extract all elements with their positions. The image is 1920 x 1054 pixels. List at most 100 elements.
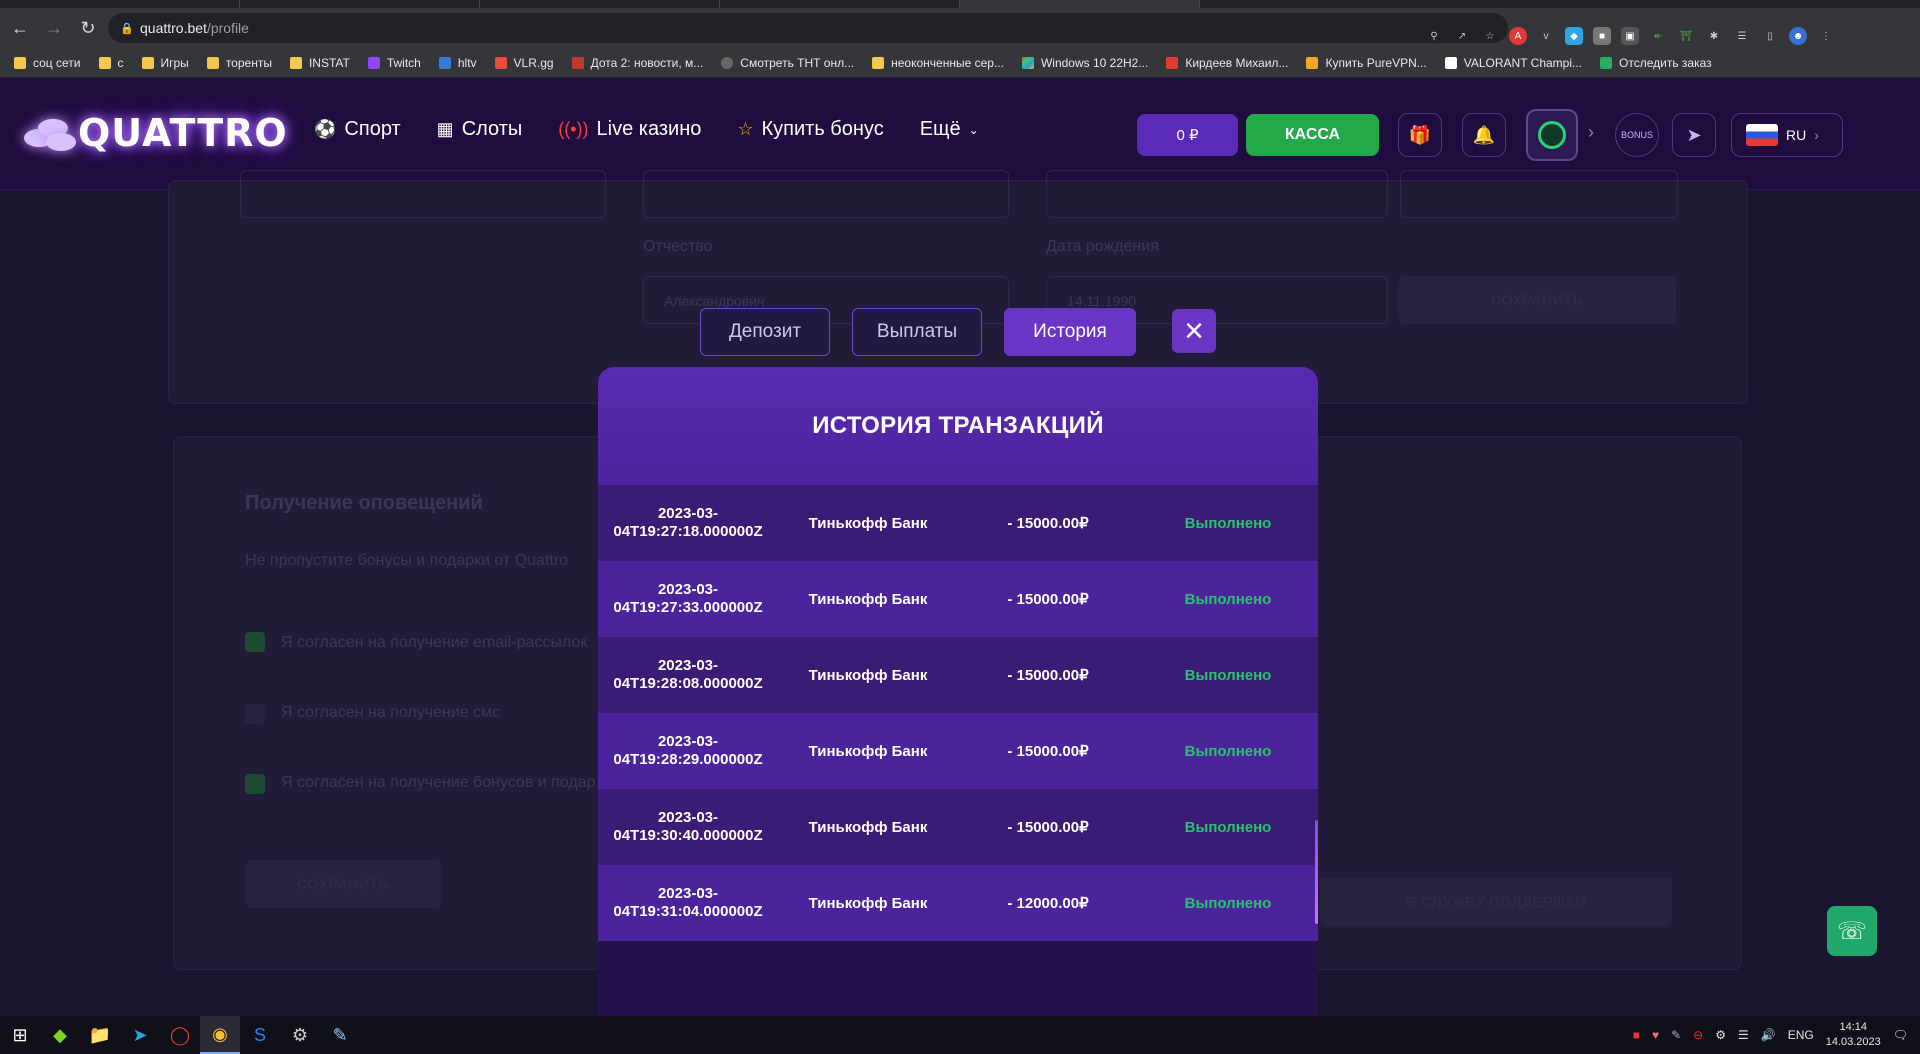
transaction-amount: - 15000.00₽ <box>1007 515 1089 532</box>
checkbox-email-label: Я согласен на получение email-рассылок <box>281 634 588 651</box>
transaction-row: 2023-03- 04T19:27:33.000000Z Тинькофф Бан… <box>598 561 1318 637</box>
browser-tab[interactable] <box>0 0 240 8</box>
browser-tab[interactable] <box>240 0 480 8</box>
forward-icon[interactable]: → <box>40 14 68 42</box>
telegram-icon[interactable]: ➤ <box>120 1016 160 1054</box>
menu-dots-icon[interactable]: ⋮ <box>1817 27 1835 45</box>
bookmark-item[interactable]: торенты <box>206 56 272 70</box>
tray-app-icon[interactable]: ■ <box>1633 1028 1640 1042</box>
bookmark-item[interactable]: Отследить заказ <box>1600 56 1712 70</box>
checkbox-sms <box>245 704 265 724</box>
windows-start-icon[interactable]: ⊞ <box>0 1016 40 1054</box>
steam-icon[interactable]: ⚙ <box>280 1016 320 1054</box>
transaction-date: 2023-03- 04T19:28:29.000000Z <box>613 733 763 768</box>
browser-tab[interactable] <box>480 0 720 8</box>
steam-tray-icon[interactable]: ⚙ <box>1715 1028 1726 1042</box>
bookmark-item[interactable]: Windows 10 22H2... <box>1021 56 1148 70</box>
bell-icon[interactable]: 🔔 <box>1462 113 1506 157</box>
nav-sport[interactable]: ⚽ Спорт <box>314 118 401 141</box>
live-broadcast-icon: ((•)) <box>558 119 589 139</box>
address-bar[interactable]: 🔒 quattro.bet/profile <box>108 13 1508 43</box>
tab-deposit[interactable]: Депозит <box>700 308 830 356</box>
back-icon[interactable]: ← <box>6 14 34 42</box>
sidebar-icon[interactable]: ▯ <box>1761 27 1779 45</box>
notifications-icon[interactable]: 🗨 <box>1893 1028 1908 1042</box>
modal-scrollbar[interactable] <box>1315 820 1318 924</box>
bg-field <box>1046 170 1388 218</box>
kassa-button[interactable]: КАССА <box>1246 114 1379 156</box>
tab-withdrawals[interactable]: Выплаты <box>852 308 982 356</box>
site-icon <box>1166 56 1179 69</box>
telegram-icon[interactable]: ➤ <box>1672 113 1716 157</box>
bookmark-item[interactable]: Кирдеев Михаил... <box>1166 56 1288 70</box>
bookmark-item[interactable]: неоконченные сер... <box>872 56 1004 70</box>
opera-icon[interactable]: ◯ <box>160 1016 200 1054</box>
bookmark-item[interactable]: VLR.gg <box>494 56 554 70</box>
browser-tab[interactable] <box>720 0 960 8</box>
shield-icon[interactable]: ⛩ <box>1677 27 1695 45</box>
browser-toolbar: ← → ↻ 🔒 quattro.bet/profile ⚲ ↗ ☆ A v ◆ … <box>0 8 1920 48</box>
bg-field <box>1400 170 1678 218</box>
bookmark-star-icon[interactable]: ☆ <box>1481 27 1499 45</box>
nav-slots[interactable]: ▦ Слоты <box>437 118 523 141</box>
vk-icon[interactable]: v <box>1537 27 1555 45</box>
bookmark-item[interactable]: Смотреть ТНТ онл... <box>721 56 854 70</box>
site-logo[interactable]: QUATTRO <box>20 98 288 168</box>
tab-history[interactable]: История <box>1004 308 1136 356</box>
close-icon[interactable]: × <box>1172 309 1216 353</box>
support-chat-icon[interactable]: ☏ <box>1827 906 1877 956</box>
language-selector[interactable]: RU › <box>1731 113 1843 157</box>
transaction-status: Выполнено <box>1184 514 1272 532</box>
browser-tab-active[interactable] <box>960 0 1200 8</box>
chevron-right-icon[interactable]: › <box>1588 122 1594 143</box>
skype-icon[interactable]: S <box>240 1016 280 1054</box>
clock[interactable]: 14:14 14.03.2023 <box>1826 1020 1881 1050</box>
extension-icon[interactable]: ■ <box>1593 27 1611 45</box>
extension-icon[interactable]: ◆ <box>1565 27 1583 45</box>
bookmark-item[interactable]: VALORANT Champi... <box>1444 56 1582 70</box>
profile-avatar[interactable] <box>1526 109 1578 161</box>
windows-taskbar: ⊞ ◆ 📁 ➤ ◯ ◉ S ⚙ ✎ ■ ♥ ✎ ⊖ ⚙ ☰ 🔊 ENG 14:1… <box>0 1016 1920 1054</box>
balance-button[interactable]: 0 ₽ <box>1137 114 1238 156</box>
tray-app-icon[interactable]: ⊖ <box>1693 1028 1703 1042</box>
bookmark-item[interactable]: Дота 2: новости, м... <box>571 56 703 70</box>
nav-live-casino[interactable]: ((•)) Live казино <box>558 118 701 141</box>
extension-icon[interactable]: ↞ <box>1649 27 1667 45</box>
bonus-icon[interactable]: BONUS <box>1615 113 1659 157</box>
transaction-bank: Тинькофф Банк <box>808 666 928 684</box>
bookmark-item[interactable]: соц сети <box>14 56 81 70</box>
nav-more[interactable]: Ещё ⌄ <box>920 118 979 141</box>
bookmark-item[interactable]: INSTAT <box>289 56 350 70</box>
reload-icon[interactable]: ↻ <box>74 14 102 42</box>
transactions-list: 2023-03- 04T19:27:18.000000Z Тинькофф Бан… <box>598 485 1318 941</box>
reading-list-icon[interactable]: ☰ <box>1733 27 1751 45</box>
bookmark-item[interactable]: Купить PureVPN... <box>1306 56 1427 70</box>
bookmark-item[interactable]: с <box>98 56 124 70</box>
transaction-bank: Тинькофф Банк <box>808 742 928 760</box>
play-icon <box>721 56 734 69</box>
volume-icon[interactable]: 🔊 <box>1761 1028 1776 1042</box>
tray-app-icon[interactable]: ✎ <box>1671 1028 1681 1042</box>
chrome-icon[interactable]: ◉ <box>200 1016 240 1054</box>
gift-icon[interactable]: 🎁 <box>1398 113 1442 157</box>
input-language[interactable]: ENG <box>1788 1028 1814 1042</box>
chevron-down-icon: ⌄ <box>968 122 979 137</box>
share-icon[interactable]: ↗ <box>1453 27 1471 45</box>
bookmark-item[interactable]: Игры <box>141 56 189 70</box>
nav-buy-bonus[interactable]: ☆ Купить бонус <box>737 118 883 141</box>
bookmark-item[interactable]: Twitch <box>367 56 421 70</box>
bluestacks-icon[interactable]: ◆ <box>40 1016 80 1054</box>
puzzle-icon[interactable]: ✱ <box>1705 27 1723 45</box>
network-icon[interactable]: ☰ <box>1738 1028 1749 1042</box>
modal-title: ИСТОРИЯ ТРАНЗАКЦИЙ <box>812 412 1104 439</box>
adblock-icon[interactable]: A <box>1509 27 1527 45</box>
tray-app-icon[interactable]: ♥ <box>1652 1028 1659 1042</box>
bookmark-item[interactable]: hltv <box>438 56 477 70</box>
folder-icon <box>289 56 302 69</box>
zoom-icon[interactable]: ⚲ <box>1425 27 1443 45</box>
file-explorer-icon[interactable]: 📁 <box>80 1016 120 1054</box>
notepad-icon[interactable]: ✎ <box>320 1016 360 1054</box>
birthdate-label: Дата рождения <box>1046 238 1159 255</box>
profile-avatar-icon[interactable]: ☻ <box>1789 27 1807 45</box>
extension-icon[interactable]: ▣ <box>1621 27 1639 45</box>
